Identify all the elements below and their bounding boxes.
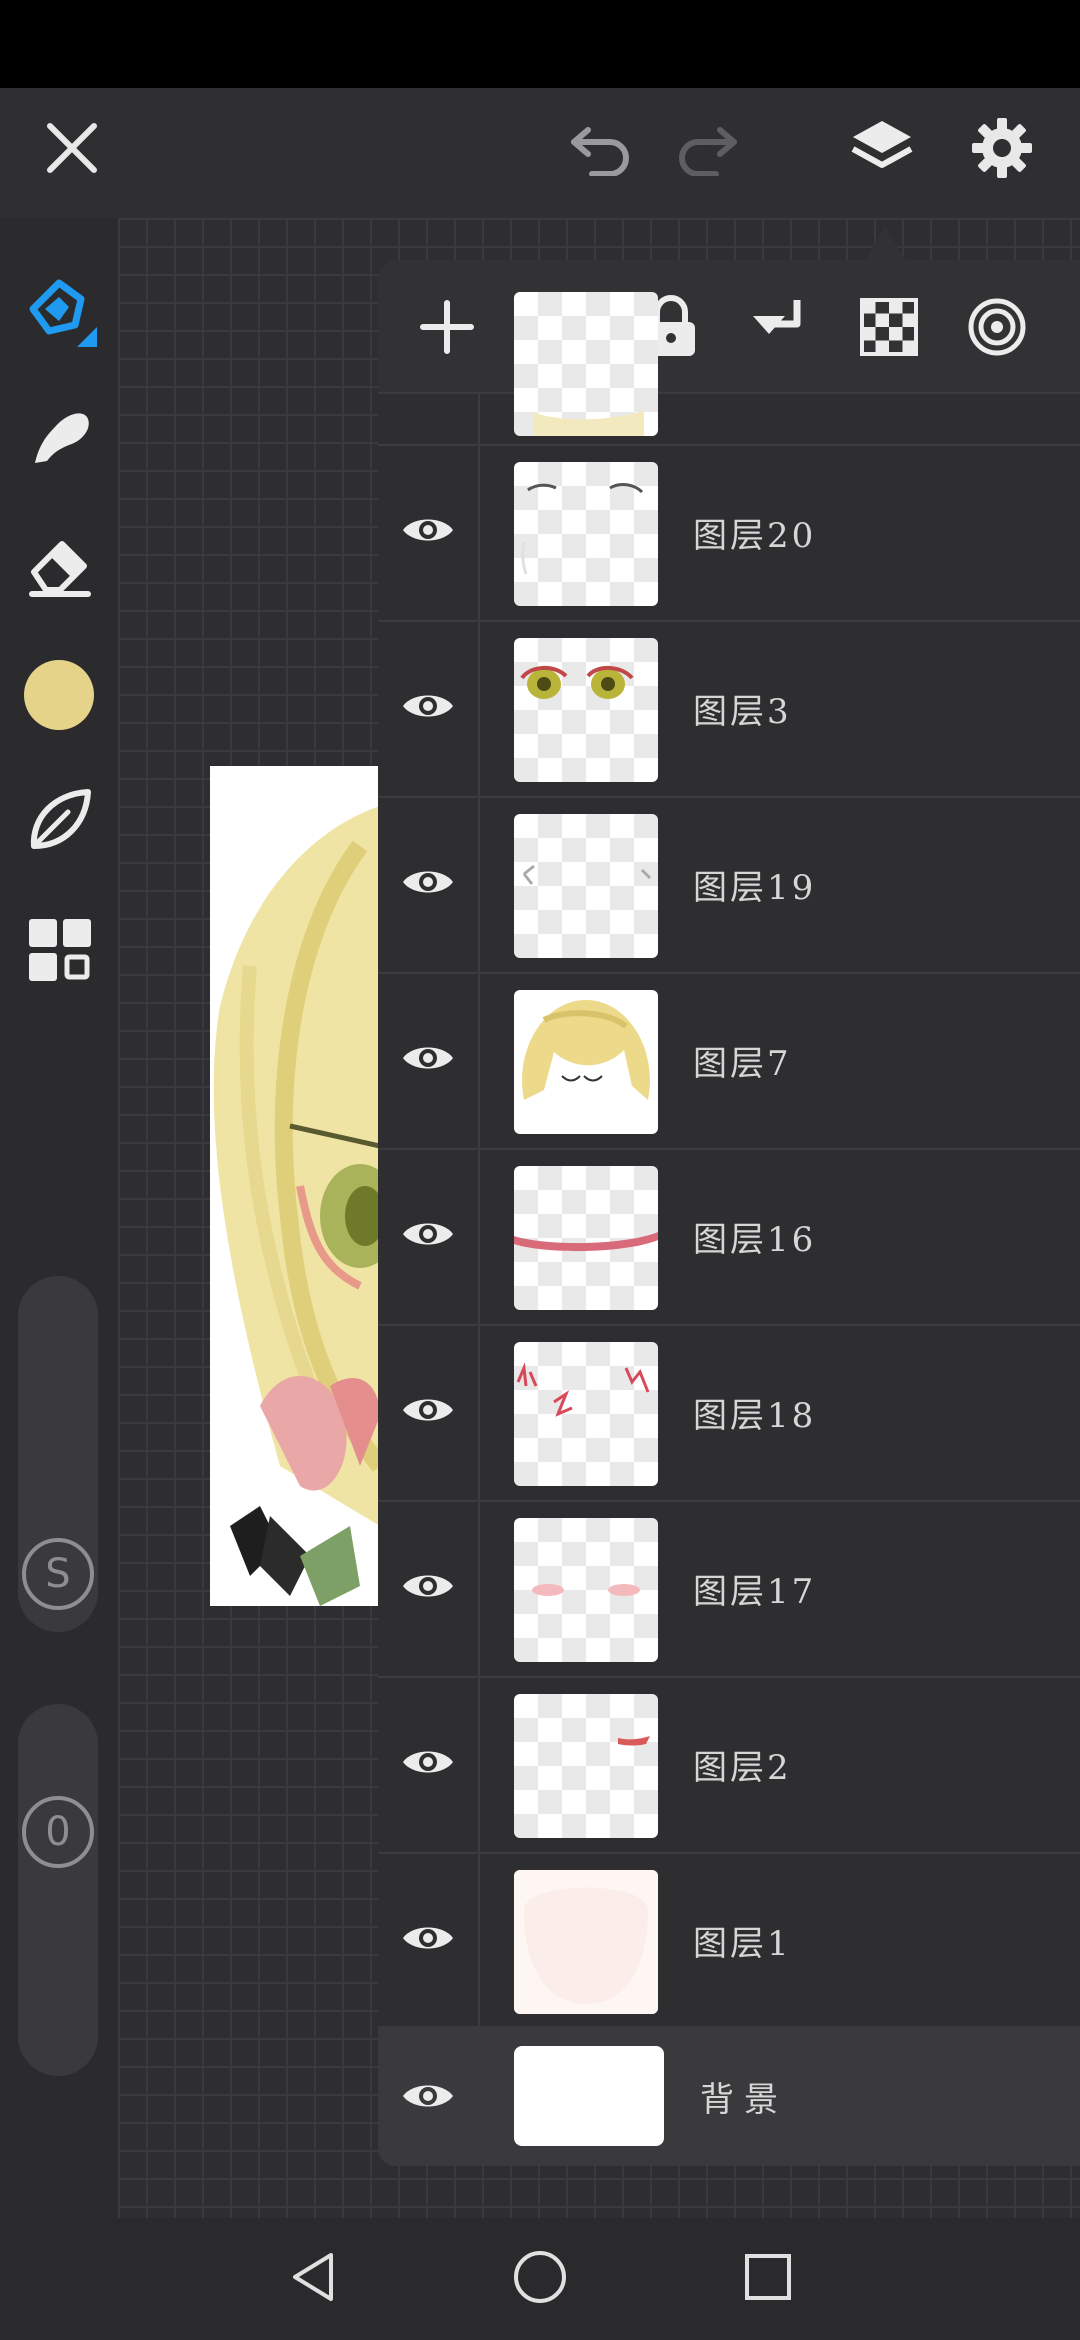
merge-down-icon[interactable]: [746, 290, 816, 362]
layer-thumbnail: [514, 1870, 658, 2014]
layer-name: 图层16: [693, 1219, 817, 1260]
layer-row[interactable]: 图层19: [378, 796, 1080, 974]
leaf-brush-icon[interactable]: [18, 778, 102, 862]
layer-name: 图层1: [693, 1923, 792, 1964]
layer-row[interactable]: 图层1: [378, 1852, 1080, 2028]
layer-row[interactable]: 图层17: [378, 1500, 1080, 1678]
home-icon[interactable]: [505, 2242, 575, 2312]
visibility-eye-icon[interactable]: [401, 1568, 455, 1608]
visibility-eye-icon[interactable]: [401, 1040, 455, 1080]
layers-panel: 图层20 图层3 图层19 图层7 图层16 图层18 图层17 图层2 图层1…: [378, 260, 1080, 2166]
background-layer-row[interactable]: 背景: [378, 2026, 1080, 2166]
target-icon[interactable]: [962, 292, 1032, 362]
system-navbar: [0, 2218, 1080, 2340]
opacity-slider-handle[interactable]: 0: [22, 1796, 94, 1868]
layer-row-partial[interactable]: [378, 292, 1080, 446]
layer-thumbnail: [514, 462, 658, 606]
visibility-eye-icon[interactable]: [401, 1216, 455, 1256]
layer-name: 图层17: [693, 1571, 817, 1612]
visibility-eye-icon[interactable]: [401, 688, 455, 728]
background-thumbnail: [514, 2046, 664, 2146]
brush-tool-icon[interactable]: [14, 264, 104, 354]
layer-name: 图层7: [693, 1043, 792, 1084]
layer-thumbnail: [514, 1166, 658, 1310]
layer-name: 图层20: [693, 515, 817, 556]
layer-thumbnail: [514, 1342, 658, 1486]
layer-thumbnail: [514, 638, 658, 782]
layer-row[interactable]: 图层7: [378, 972, 1080, 1150]
gallery-icon[interactable]: [18, 908, 102, 992]
size-slider-label: S: [45, 1551, 71, 1597]
layers-panel-pointer: [865, 226, 905, 260]
color-swatch[interactable]: [22, 658, 96, 732]
opacity-slider-label: 0: [45, 1809, 71, 1855]
visibility-eye-icon[interactable]: [401, 864, 455, 904]
add-layer-icon[interactable]: [412, 292, 482, 362]
size-slider-handle[interactable]: S: [22, 1538, 94, 1610]
layer-thumbnail: [514, 1518, 658, 1662]
back-icon[interactable]: [278, 2242, 348, 2312]
background-layer-name: 背景: [700, 2079, 788, 2120]
settings-icon[interactable]: [960, 106, 1044, 190]
brush-size-slider[interactable]: S: [18, 1276, 98, 1632]
visibility-eye-icon[interactable]: [401, 1744, 455, 1784]
visibility-eye-icon[interactable]: [401, 1392, 455, 1432]
close-icon[interactable]: [30, 106, 114, 190]
redo-icon[interactable]: [668, 108, 748, 188]
layer-row[interactable]: 图层2: [378, 1676, 1080, 1854]
layer-thumbnail: [514, 1694, 658, 1838]
layers-icon[interactable]: [840, 106, 924, 190]
smudge-tool-icon[interactable]: [18, 394, 102, 478]
visibility-eye-icon[interactable]: [401, 1920, 455, 1960]
layer-name: 图层18: [693, 1395, 817, 1436]
layer-row[interactable]: 图层18: [378, 1324, 1080, 1502]
top-toolbar: [0, 88, 1080, 218]
artwork-preview: [210, 766, 380, 1606]
layer-name: 图层3: [693, 691, 792, 732]
eye-column: [378, 392, 480, 444]
transparency-icon[interactable]: [854, 292, 924, 362]
recents-icon[interactable]: [733, 2242, 803, 2312]
layer-row[interactable]: 图层20: [378, 444, 1080, 622]
tool-sidebar: S 0: [0, 218, 118, 2218]
layers-toolbar: [378, 260, 1080, 394]
layer-thumbnail: [514, 292, 658, 436]
layer-row[interactable]: 图层3: [378, 620, 1080, 798]
visibility-eye-icon[interactable]: [400, 2076, 456, 2116]
visibility-eye-icon[interactable]: [401, 512, 455, 552]
layer-name: 图层2: [693, 1747, 792, 1788]
status-bar: [0, 0, 1080, 88]
opacity-slider[interactable]: 0: [18, 1704, 98, 2076]
layer-thumbnail: [514, 814, 658, 958]
layer-name: 图层19: [693, 867, 817, 908]
layer-thumbnail: [514, 990, 658, 1134]
eraser-tool-icon[interactable]: [18, 522, 102, 606]
layer-row[interactable]: 图层16: [378, 1148, 1080, 1326]
undo-icon[interactable]: [560, 108, 640, 188]
